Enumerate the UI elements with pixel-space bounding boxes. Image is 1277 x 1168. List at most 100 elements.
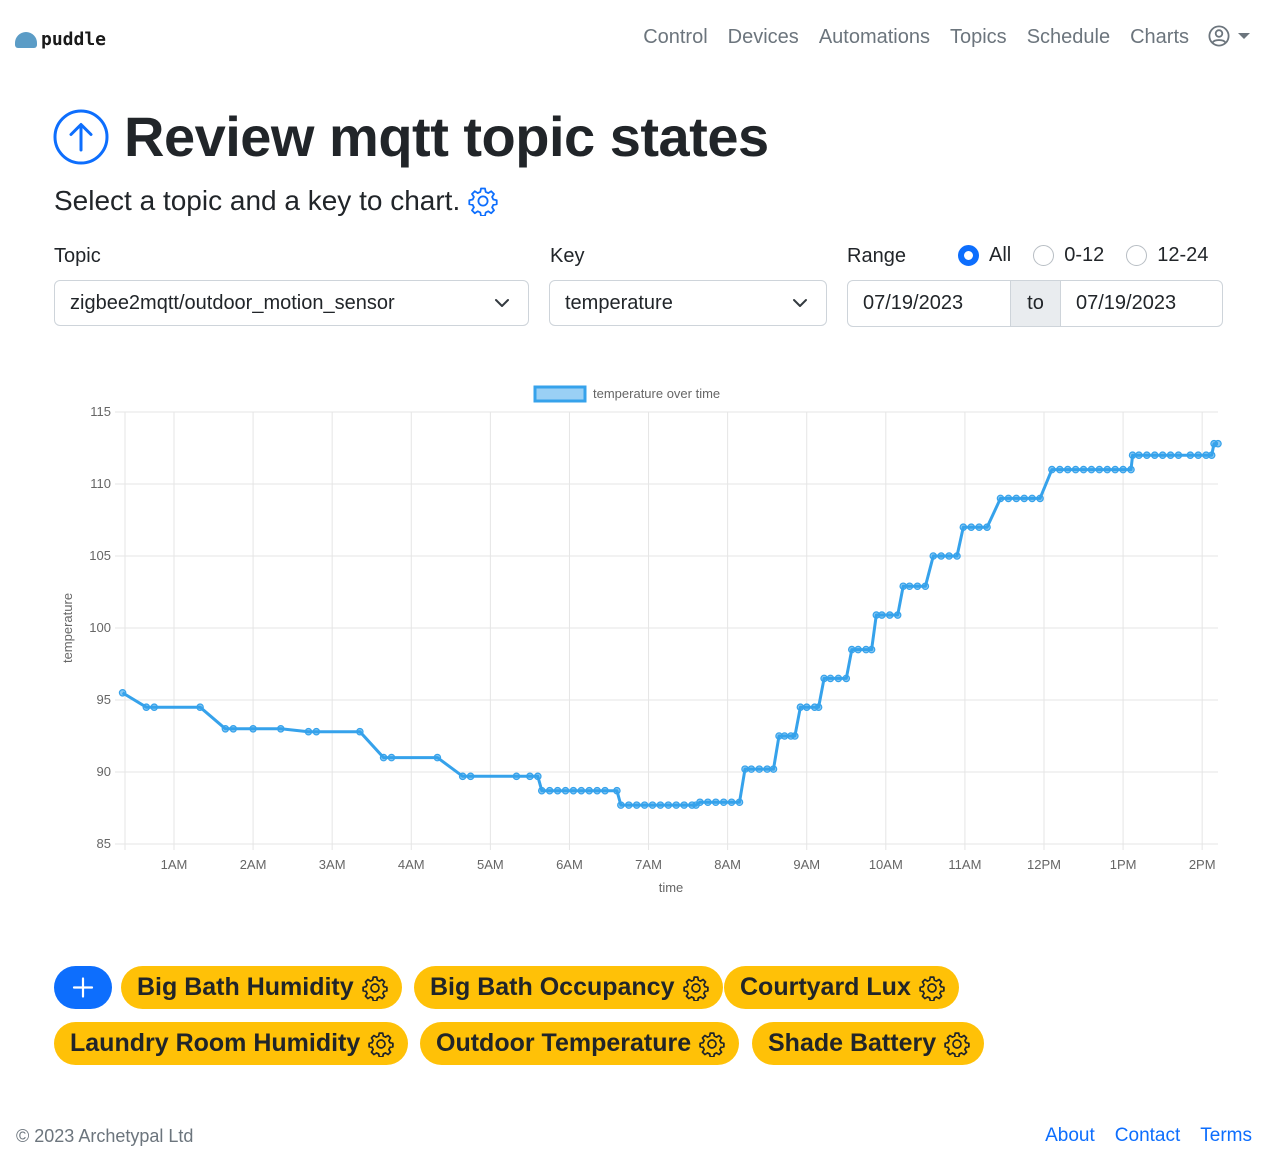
range-option-12-24[interactable]: 12-24	[1126, 244, 1208, 267]
data-point	[1087, 465, 1096, 474]
y-tick-label: 110	[90, 476, 111, 491]
data-point	[983, 523, 991, 532]
key-select[interactable]: temperature	[549, 280, 827, 326]
data-point	[680, 801, 688, 809]
topic-select-value: zigbee2mqtt/outdoor_motion_sensor	[70, 292, 395, 314]
range-option-0-12[interactable]: 0-12	[1033, 244, 1104, 267]
copyright: © 2023 Archetypal Ltd	[16, 1126, 194, 1146]
y-tick-label: 105	[89, 548, 111, 563]
data-point	[512, 772, 521, 781]
data-point	[905, 582, 914, 591]
gear-icon[interactable]	[361, 975, 388, 1001]
gear-icon[interactable]	[468, 186, 498, 216]
nav-item-automations[interactable]: Automations	[819, 24, 930, 50]
data-point	[913, 582, 922, 591]
data-point	[967, 523, 976, 532]
data-point	[613, 786, 621, 795]
gear-icon[interactable]	[368, 1031, 395, 1057]
chevron-down-icon	[793, 299, 807, 307]
data-point	[1174, 451, 1183, 460]
saved-chart-label: Laundry Room Humidity	[70, 1029, 361, 1057]
data-point	[899, 582, 908, 591]
data-point	[704, 798, 712, 807]
user-menu-toggle[interactable]	[1208, 25, 1250, 47]
data-point	[1186, 451, 1195, 460]
topic-select[interactable]: zigbee2mqtt/outdoor_motion_sensor	[54, 280, 529, 326]
data-point	[229, 724, 238, 733]
arrow-up-circle-icon	[53, 109, 109, 165]
gear-icon[interactable]	[919, 975, 945, 1001]
date-to-input[interactable]: 07/19/2023	[1060, 280, 1223, 327]
saved-chart-pill[interactable]: Big Bath Occupancy	[414, 966, 723, 1009]
date-from-input[interactable]: 07/19/2023	[847, 280, 1011, 327]
x-tick-label: 3AM	[319, 857, 346, 872]
nav-item-charts[interactable]: Charts	[1130, 24, 1189, 50]
nav-item-control[interactable]: Control	[643, 24, 707, 50]
saved-chart-pill[interactable]: Courtyard Lux	[724, 966, 959, 1009]
data-point	[929, 552, 938, 560]
x-tick-label: 2AM	[240, 857, 267, 872]
data-point	[1143, 451, 1151, 460]
footer-links: About Contact Terms	[1025, 1125, 1252, 1147]
nav-item-topics[interactable]: Topics	[950, 24, 1007, 50]
x-axis-title: time	[659, 880, 684, 895]
key-label: Key	[550, 245, 585, 267]
data-point	[854, 645, 862, 654]
x-tick-label: 4AM	[398, 857, 425, 872]
nav-item-devices[interactable]: Devices	[728, 24, 799, 50]
page-subtitle: Select a topic and a key to chart.	[54, 185, 461, 216]
data-point	[921, 582, 930, 591]
saved-chart-pill[interactable]: Big Bath Humidity	[121, 966, 402, 1009]
data-point	[842, 674, 851, 683]
date-range-group: 07/19/2023 to 07/19/2023	[847, 280, 1223, 327]
gear-icon[interactable]	[682, 975, 709, 1001]
data-point	[755, 765, 764, 773]
radio-checked-icon[interactable]	[958, 245, 979, 266]
data-point	[959, 523, 968, 532]
saved-chart-pill[interactable]: Laundry Room Humidity	[54, 1022, 409, 1065]
saved-chart-pill[interactable]: Outdoor Temperature	[420, 1022, 740, 1065]
footer-link-contact[interactable]: Contact	[1115, 1125, 1180, 1147]
chevron-down-icon	[495, 299, 509, 307]
data-point	[118, 688, 127, 697]
x-tick-label: 5AM	[477, 857, 504, 872]
data-point	[356, 727, 364, 736]
page-subtitle-row: Select a topic and a key to chart.	[54, 184, 498, 218]
y-tick-label: 115	[90, 404, 111, 419]
data-point	[276, 724, 285, 733]
nav-links: Control Devices Automations Topics Sched…	[623, 24, 1189, 50]
data-point	[1063, 465, 1072, 474]
data-point	[796, 703, 805, 712]
data-point	[458, 772, 467, 781]
footer-link-about[interactable]: About	[1045, 1125, 1095, 1147]
data-point	[249, 724, 257, 733]
data-point	[569, 786, 578, 795]
data-point	[1135, 451, 1143, 460]
x-tick-label: 11AM	[948, 857, 981, 872]
saved-chart-label: Shade Battery	[768, 1029, 937, 1057]
data-point	[1150, 451, 1159, 460]
data-point	[387, 753, 396, 762]
data-point	[885, 611, 894, 619]
series-line	[121, 442, 1218, 807]
data-point	[996, 494, 1005, 503]
range-option-all[interactable]: All	[958, 244, 1011, 267]
radio-unchecked-icon[interactable]	[1126, 245, 1148, 266]
temperature-chart: 115 110 105 100 95 90 85 1AM 2AM 3AM 4AM 5AM 6AM 7AM 8…	[60, 385, 1222, 895]
data-point	[1020, 494, 1029, 503]
brand[interactable]: puddle	[15, 29, 106, 50]
gear-icon[interactable]	[944, 1031, 970, 1057]
radio-unchecked-icon[interactable]	[1033, 245, 1055, 266]
gear-icon[interactable]	[699, 1031, 725, 1057]
data-point	[1079, 465, 1088, 474]
saved-chart-pill[interactable]: Shade Battery	[752, 1022, 985, 1065]
footer-link-terms[interactable]: Terms	[1200, 1125, 1252, 1147]
data-point	[640, 801, 649, 809]
data-point	[814, 703, 823, 712]
data-point	[585, 786, 594, 795]
page-header: Review mqtt topic states	[53, 105, 769, 169]
add-chart-button[interactable]	[54, 966, 112, 1009]
data-point	[735, 798, 744, 807]
date-to-label: to	[1011, 280, 1060, 327]
nav-item-schedule[interactable]: Schedule	[1027, 24, 1110, 50]
